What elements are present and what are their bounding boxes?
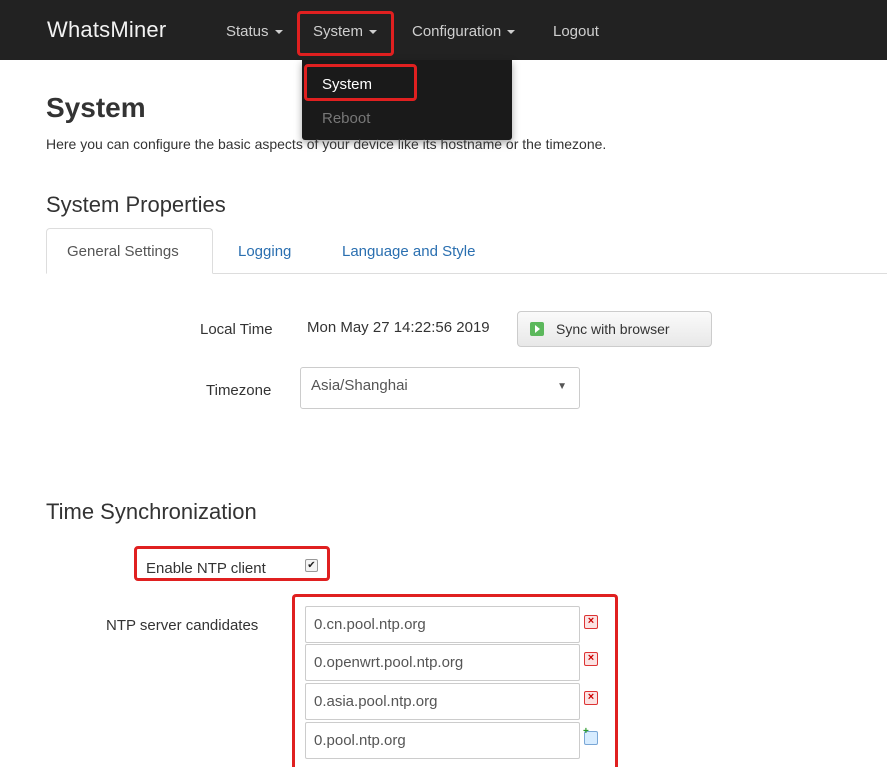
tab-general-settings-label: General Settings <box>67 243 179 260</box>
page-description: Here you can configure the basic aspects… <box>46 136 607 152</box>
section-system-properties: System Properties <box>46 192 226 217</box>
ntp-server-candidates-label: NTP server candidates <box>106 617 259 634</box>
sync-with-browser-button[interactable]: Sync with browser <box>517 311 712 347</box>
dropdown-arrow-icon: ▼ <box>557 381 567 392</box>
highlight-dropdown-system <box>304 64 417 101</box>
page-title: System <box>46 92 146 123</box>
dropdown-item-reboot[interactable]: Reboot <box>322 110 370 127</box>
top-navbar: WhatsMiner Status System Configuration L… <box>0 0 887 60</box>
timezone-selected-value: Asia/Shanghai <box>311 377 408 394</box>
nav-configuration[interactable]: Configuration <box>412 23 516 40</box>
nav-status-label: Status <box>226 23 269 40</box>
section-time-synchronization: Time Synchronization <box>46 499 257 524</box>
nav-configuration-label: Configuration <box>412 23 502 40</box>
sync-play-icon <box>530 322 544 336</box>
nav-status[interactable]: Status <box>226 23 283 40</box>
brand-logo[interactable]: WhatsMiner <box>47 17 166 43</box>
nav-logout-label: Logout <box>553 23 599 40</box>
highlight-ntp-servers <box>292 594 618 767</box>
sync-button-label: Sync with browser <box>556 321 670 337</box>
tab-language-and-style[interactable]: Language and Style <box>342 243 475 260</box>
nav-logout[interactable]: Logout <box>553 23 599 40</box>
timezone-select[interactable]: Asia/Shanghai ▼ <box>300 367 580 409</box>
local-time-label: Local Time <box>200 321 273 338</box>
caret-down-icon <box>274 30 283 35</box>
highlight-nav-system <box>297 11 394 56</box>
tab-logging[interactable]: Logging <box>238 243 291 260</box>
caret-down-icon <box>507 30 516 35</box>
highlight-ntp-client <box>134 546 330 581</box>
timezone-label: Timezone <box>206 382 272 399</box>
local-time-value: Mon May 27 14:22:56 2019 <box>307 319 490 336</box>
